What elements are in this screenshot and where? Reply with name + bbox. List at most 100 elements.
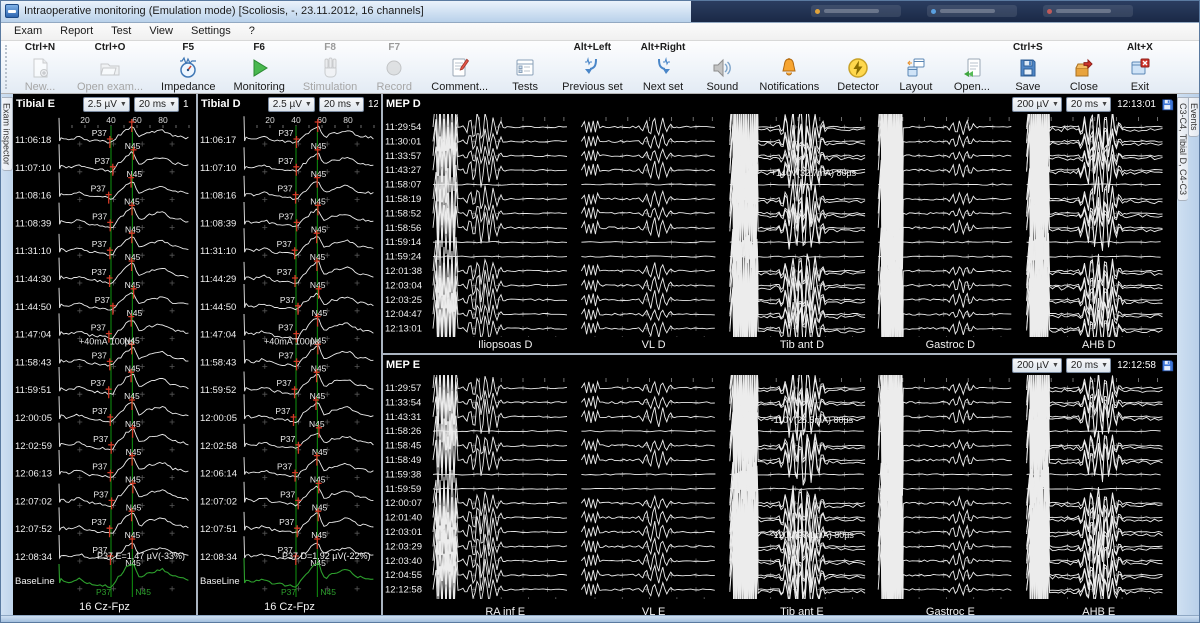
detector-button[interactable]: Detector: [828, 41, 888, 93]
set-time: 12:13:01: [1117, 99, 1156, 110]
svg-text:11:58:56: 11:58:56: [385, 223, 421, 234]
svg-text:P37: P37: [280, 434, 295, 444]
close-button[interactable]: Close: [1056, 41, 1112, 93]
comment-button[interactable]: Comment...: [422, 41, 497, 93]
button-label: Stimulation: [303, 81, 357, 93]
exit-button[interactable]: Alt+XExit: [1112, 41, 1168, 93]
menu-item-[interactable]: ?: [240, 23, 264, 39]
menu-item-exam[interactable]: Exam: [5, 23, 51, 39]
shortcut-label: F7: [388, 42, 400, 55]
scale-select[interactable]: 200 µV▼: [1012, 358, 1062, 373]
svg-text:P37: P37: [280, 295, 295, 305]
save-set-icon[interactable]: [1161, 98, 1174, 111]
panel-header: Tibial D2.5 µV▼20 ms▼12:: [198, 94, 381, 114]
svg-text:11:08:39: 11:08:39: [200, 219, 236, 230]
open-button[interactable]: Open...: [944, 41, 1000, 93]
svg-text:P37: P37: [92, 351, 107, 361]
timebase-select[interactable]: 20 ms▼: [319, 97, 364, 112]
svg-text:11:58:26: 11:58:26: [385, 426, 421, 437]
save-set-icon[interactable]: [1161, 359, 1174, 372]
svg-text:12:03:01: 12:03:01: [385, 527, 422, 538]
svg-text:12:04:55: 12:04:55: [385, 570, 422, 581]
svg-text:P37: P37: [91, 184, 106, 194]
toolbar-grip[interactable]: [5, 45, 10, 89]
background-tab: [811, 5, 901, 17]
svg-text:12:00:05: 12:00:05: [15, 413, 52, 424]
open-exam-icon: [98, 55, 122, 81]
button-label: Open exam...: [77, 81, 143, 93]
timebase-select[interactable]: 20 ms▼: [134, 97, 179, 112]
panel-mep-e: MEP E200 µV▼20 ms▼12:12:5811:29:5711:33:…: [383, 355, 1177, 620]
svg-text:60: 60: [317, 115, 327, 125]
scale-select[interactable]: 2.5 µV▼: [268, 97, 315, 112]
right-dock: C3-C4, Tibial D, C4-C3 Events: [1177, 94, 1199, 615]
title-bar[interactable]: Intraoperative monitoring (Emulation mod…: [1, 1, 1199, 23]
tab-events[interactable]: Events: [1188, 97, 1199, 137]
svg-text:P37: P37: [280, 490, 295, 500]
button-label: Tests: [512, 81, 538, 93]
svg-text:P37: P37: [278, 323, 293, 333]
shortcut-label: F5: [182, 42, 194, 55]
stimulation-button[interactable]: F8Stimulation: [294, 41, 366, 93]
svg-text:P37: P37: [92, 239, 107, 249]
close-icon: [1072, 55, 1096, 81]
svg-text:P37: P37: [277, 184, 292, 194]
svg-text:11:58:49: 11:58:49: [385, 455, 421, 466]
window-title: Intraoperative monitoring (Emulation mod…: [24, 5, 424, 17]
menu-item-settings[interactable]: Settings: [182, 23, 240, 39]
layout-button[interactable]: Layout: [888, 41, 944, 93]
svg-text:12:13:01: 12:13:01: [385, 324, 422, 335]
next-set-button[interactable]: Alt+RightNext set: [632, 41, 695, 93]
menu-item-test[interactable]: Test: [102, 23, 140, 39]
new-exam-icon: [28, 55, 52, 81]
monitoring-button[interactable]: F6Monitoring: [224, 41, 293, 93]
tab-channel-set[interactable]: C3-C4, Tibial D, C4-C3: [1177, 97, 1188, 201]
menu-item-view[interactable]: View: [140, 23, 182, 39]
menu-item-report[interactable]: Report: [51, 23, 102, 39]
svg-text:P37: P37: [279, 212, 294, 222]
svg-text:12:06:13: 12:06:13: [15, 469, 52, 480]
channel-label-row: 16 Cz-Fpz: [198, 599, 381, 615]
sound-button[interactable]: Sound: [694, 41, 750, 93]
svg-text:12:00:05: 12:00:05: [200, 413, 237, 424]
mep-column: MEP D200 µV▼20 ms▼12:13:0111:29:5411:30:…: [383, 94, 1177, 615]
chevron-down-icon: ▼: [169, 101, 176, 108]
svg-text:12:00:07: 12:00:07: [385, 498, 422, 509]
chevron-down-icon: ▼: [1052, 101, 1059, 108]
main-area: Exam inspector Tibial E2.5 µV▼20 ms▼1204…: [1, 94, 1199, 615]
new-button[interactable]: Ctrl+NNew...: [12, 41, 68, 93]
svg-text:11:59:38: 11:59:38: [385, 470, 421, 481]
set-time: 12:12:58: [1117, 360, 1156, 371]
svg-text:11:30:01: 11:30:01: [385, 137, 421, 148]
svg-text:P37: P37: [91, 267, 106, 277]
trace-area: 2040608011:06:18P37N4511:07:10P37N4511:0…: [13, 114, 196, 599]
mep-traces: 11:29:5711:33:5411:43:3111:58:2611:58:45…: [383, 375, 1177, 599]
tab-exam-inspector[interactable]: Exam inspector: [2, 97, 13, 171]
channel-label: AHB D: [1025, 339, 1173, 351]
record-button[interactable]: F7Record: [366, 41, 422, 93]
layout-icon: [904, 55, 928, 81]
ssep-traces: 2040608011:06:17P37N4511:07:10P37N4511:0…: [198, 114, 381, 597]
timebase-select[interactable]: 20 ms▼: [1066, 358, 1111, 373]
svg-text:P37: P37: [92, 462, 107, 472]
svg-text:12:07:02: 12:07:02: [200, 497, 237, 508]
menu-bar: ExamReportTestViewSettings?: [1, 23, 1199, 42]
previous-set-button[interactable]: Alt+Left Previous set: [553, 41, 632, 93]
save-button[interactable]: Ctrl+SSave: [1000, 41, 1056, 93]
scale-select[interactable]: 200 µV▼: [1012, 97, 1062, 112]
impedance-button[interactable]: F5Impedance: [152, 41, 224, 93]
tests-button[interactable]: Tests: [497, 41, 553, 93]
button-label: Previous set: [562, 81, 623, 93]
chevron-down-icon: ▼: [1101, 362, 1108, 369]
save-icon: [1016, 55, 1040, 81]
open-exam-button[interactable]: Ctrl+OOpen exam...: [68, 41, 152, 93]
open-icon: [960, 55, 984, 81]
panel-tibial-e: Tibial E2.5 µV▼20 ms▼12040608011:06:18P3…: [13, 94, 196, 615]
notifications-button[interactable]: Notifications: [750, 41, 828, 93]
shortcut-label: Alt+Left: [574, 42, 612, 55]
chevron-down-icon: ▼: [354, 101, 361, 108]
scale-select[interactable]: 2.5 µV▼: [83, 97, 130, 112]
timebase-select[interactable]: 20 ms▼: [1066, 97, 1111, 112]
svg-text:11:59:51: 11:59:51: [15, 385, 51, 396]
notifications-icon: [777, 55, 801, 81]
